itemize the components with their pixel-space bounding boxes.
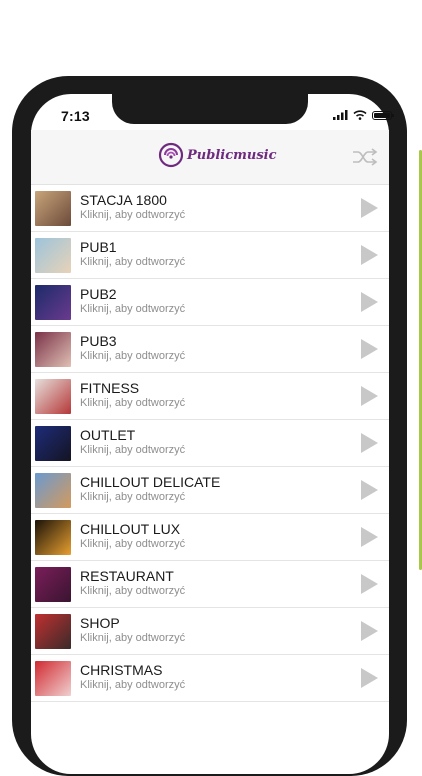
list-item[interactable]: SHOP Kliknij, aby odtworzyć: [31, 608, 389, 655]
playlist-thumbnail: [35, 379, 71, 414]
playlist-title: SHOP: [80, 615, 120, 631]
play-icon[interactable]: [361, 292, 378, 312]
play-icon[interactable]: [361, 386, 378, 406]
playlist-subtitle: Kliknij, aby odtworzyć: [80, 444, 186, 456]
playlist-thumbnail: [35, 285, 71, 320]
playlist-title: CHILLOUT LUX: [80, 521, 181, 537]
playlist-thumbnail: [35, 332, 71, 367]
playlist-subtitle: Kliknij, aby odtworzyć: [80, 350, 186, 362]
play-icon[interactable]: [361, 574, 378, 594]
list-item[interactable]: RESTAURANT Kliknij, aby odtworzyć: [31, 561, 389, 608]
play-icon[interactable]: [361, 433, 378, 453]
playlist-thumbnail: [35, 567, 71, 602]
logo-text: Publicmusic: [187, 147, 277, 163]
play-icon[interactable]: [361, 527, 378, 547]
playlist-title: OUTLET: [80, 427, 136, 443]
playlist-subtitle: Kliknij, aby odtworzyć: [80, 303, 186, 315]
logo-swirl-icon: [158, 142, 184, 168]
playlist-title: CHRISTMAS: [80, 662, 163, 678]
playlist-thumbnail: [35, 614, 71, 649]
playlist-subtitle: Kliknij, aby odtworzyć: [80, 209, 186, 221]
playlist-subtitle: Kliknij, aby odtworzyć: [80, 397, 186, 409]
playlist-title: RESTAURANT: [80, 568, 174, 584]
app-logo: Publicmusic: [158, 142, 277, 168]
list-item[interactable]: PUB1 Kliknij, aby odtworzyć: [31, 232, 389, 279]
playlist-thumbnail: [35, 520, 71, 555]
play-icon[interactable]: [361, 245, 378, 265]
playlist-subtitle: Kliknij, aby odtworzyć: [80, 491, 186, 503]
battery-icon: [372, 110, 394, 120]
playlist-title: FITNESS: [80, 380, 140, 396]
playlist-subtitle: Kliknij, aby odtworzyć: [80, 256, 186, 268]
list-item[interactable]: FITNESS Kliknij, aby odtworzyć: [31, 373, 389, 420]
play-icon[interactable]: [361, 480, 378, 500]
list-item[interactable]: OUTLET Kliknij, aby odtworzyć: [31, 420, 389, 467]
play-icon[interactable]: [361, 339, 378, 359]
playlist-subtitle: Kliknij, aby odtworzyć: [80, 585, 186, 597]
playlist-title: CHILLOUT DELICATE: [80, 474, 221, 490]
shuffle-icon[interactable]: [352, 148, 378, 166]
list-item[interactable]: PUB3 Kliknij, aby odtworzyć: [31, 326, 389, 373]
list-item[interactable]: CHILLOUT DELICATE Kliknij, aby odtworzyć: [31, 467, 389, 514]
playlist-title: PUB3: [80, 333, 117, 349]
list-item[interactable]: CHILLOUT LUX Kliknij, aby odtworzyć: [31, 514, 389, 561]
signal-icon: [333, 110, 348, 120]
playlist-thumbnail: [35, 426, 71, 461]
playlist-thumbnail: [35, 238, 71, 273]
playlist-subtitle: Kliknij, aby odtworzyć: [80, 538, 186, 550]
playlist-list: STACJA 1800 Kliknij, aby odtworzyć PUB1 Kli…: [31, 185, 389, 702]
playlist-subtitle: Kliknij, aby odtworzyć: [80, 632, 186, 644]
phone-notch: [112, 94, 308, 124]
list-item[interactable]: PUB2 Kliknij, aby odtworzyć: [31, 279, 389, 326]
wifi-icon: [353, 110, 367, 120]
playlist-thumbnail: [35, 661, 71, 696]
status-time: 7:13: [61, 108, 90, 124]
list-item[interactable]: STACJA 1800 Kliknij, aby odtworzyć: [31, 185, 389, 232]
play-icon[interactable]: [361, 668, 378, 688]
playlist-thumbnail: [35, 191, 71, 226]
playlist-thumbnail: [35, 473, 71, 508]
status-icons: [333, 109, 394, 121]
playlist-title: PUB2: [80, 286, 117, 302]
play-icon[interactable]: [361, 198, 378, 218]
play-icon[interactable]: [361, 621, 378, 641]
list-item[interactable]: CHRISTMAS Kliknij, aby odtworzyć: [31, 655, 389, 702]
playlist-title: PUB1: [80, 239, 117, 255]
playlist-title: STACJA 1800: [80, 192, 167, 208]
playlist-subtitle: Kliknij, aby odtworzyć: [80, 679, 186, 691]
